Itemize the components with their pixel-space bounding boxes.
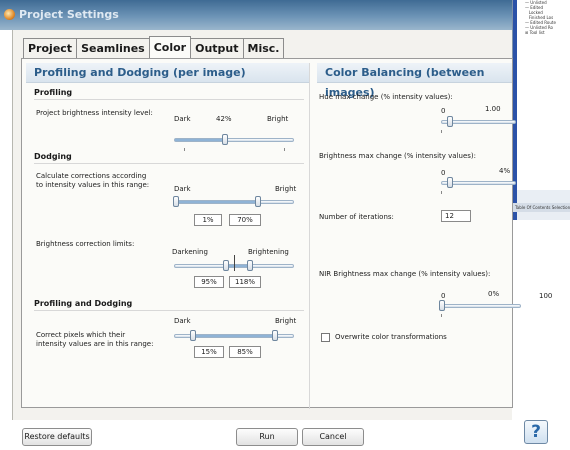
slider-tick [441, 191, 442, 194]
darkening-label: Darkening [172, 248, 208, 256]
help-icon[interactable]: ? [524, 420, 548, 444]
slider-thumb[interactable] [439, 300, 445, 311]
hue-value-label: 1.00 [485, 105, 501, 113]
intensity-range-label: Calculate corrections according to inten… [36, 172, 150, 189]
slider-tick [441, 314, 442, 317]
slider-tick [184, 148, 185, 151]
background-window-content: — Unlisted — Edited Locked Finished Los … [517, 0, 570, 190]
restore-defaults-button[interactable]: Restore defaults [22, 428, 92, 446]
run-button[interactable]: Run [236, 428, 298, 446]
background-tree[interactable]: — Unlisted — Edited Locked Finished Los … [525, 0, 556, 35]
slider-fill [176, 201, 258, 203]
tab-seamlines[interactable]: Seamlines [76, 38, 150, 58]
profiling-bright-label: Bright [267, 115, 289, 123]
tab-project[interactable]: Project [23, 38, 78, 58]
dodging-rule [34, 163, 304, 164]
range-low-value: 1% [194, 214, 222, 226]
slider-thumb[interactable] [222, 134, 228, 145]
tab-output[interactable]: Output [190, 38, 244, 58]
hue-max-label: Hue max change (% intensity values): [319, 93, 453, 101]
dodging-dark-label: Dark [174, 185, 191, 193]
hue-max-slider[interactable] [441, 116, 516, 127]
limits-low-value: 95% [194, 276, 224, 288]
limits-high-value: 118% [229, 276, 261, 288]
slider-fill [175, 139, 225, 141]
window-title: Project Settings [19, 8, 119, 21]
brightening-label: Brightening [248, 248, 289, 256]
slider-thumb-low[interactable] [173, 196, 179, 207]
nir-value-label: 0% [488, 290, 500, 298]
color-tab-panel: Profiling and Dodging (per image) Profil… [21, 58, 552, 409]
background-window[interactable]: — Unlisted — Edited Locked Finished Los … [512, 0, 570, 220]
profiling-and-dodging-rule [34, 310, 304, 311]
pd-dark-label: Dark [174, 317, 191, 325]
nir-max-slider[interactable] [439, 300, 521, 311]
brightness-max-slider[interactable] [441, 177, 516, 188]
slider-tick [284, 148, 285, 151]
slider-thumb[interactable] [447, 177, 453, 188]
color-balancing-header: Color Balancing (between images) [317, 63, 512, 99]
intensity-range-slider[interactable] [173, 196, 294, 207]
profiling-rule [34, 99, 304, 100]
pd-low-value: 15% [194, 346, 224, 358]
tab-color[interactable]: Color [148, 36, 192, 58]
iterations-input[interactable]: 12 [441, 210, 471, 222]
slider-thumb-low[interactable] [190, 330, 196, 341]
brightness-min-label: 0 [441, 169, 446, 177]
pd-high-value: 85% [229, 346, 261, 358]
slider-thumb-high[interactable] [272, 330, 278, 341]
profiling-dodging-header: Profiling and Dodging (per image) [26, 63, 309, 83]
brightness-level-label: Project brightness intensity level: [36, 109, 153, 117]
hue-min-label: 0 [441, 107, 446, 115]
overwrite-checkbox[interactable] [321, 333, 330, 342]
brightness-max-label: Brightness max change (% intensity value… [319, 152, 477, 160]
title-bar: Project Settings [0, 0, 520, 30]
slider-thumb-high[interactable] [247, 260, 253, 271]
iterations-label: Number of iterations: [319, 213, 394, 221]
cancel-button[interactable]: Cancel [302, 428, 364, 446]
column-divider [309, 63, 310, 409]
tab-bar: Project Seamlines Color Output Misc. [23, 36, 285, 58]
tab-misc[interactable]: Misc. [242, 38, 285, 58]
correct-pixels-label: Correct pixels which their intensity val… [36, 331, 154, 348]
profiling-dark-label: Dark [174, 115, 191, 123]
correction-limits-label: Brightness correction limits: [36, 240, 135, 248]
correct-pixels-slider[interactable] [174, 330, 294, 341]
dodging-title: Dodging [34, 152, 72, 161]
profiling-and-dodging-title: Profiling and Dodging [34, 299, 133, 308]
project-settings-dialog: Project Seamlines Color Output Misc. Pro… [12, 30, 552, 420]
dodging-bright-label: Bright [275, 185, 297, 193]
nir-max-value: 100 [539, 292, 553, 300]
slider-thumb-high[interactable] [255, 196, 261, 207]
limits-center-mark [234, 255, 235, 271]
nir-max-label: NIR Brightness max change (% intensity v… [319, 270, 491, 278]
pd-bright-label: Bright [275, 317, 297, 325]
slider-fill [193, 335, 275, 337]
slider-thumb[interactable] [447, 116, 453, 127]
brightness-value-label: 4% [499, 167, 511, 175]
overwrite-label: Overwrite color transformations [335, 333, 447, 341]
profiling-value-label: 42% [216, 115, 232, 123]
range-high-value: 70% [229, 214, 261, 226]
slider-thumb-low[interactable] [223, 260, 229, 271]
brightness-level-slider[interactable] [174, 134, 294, 145]
profiling-title: Profiling [34, 88, 73, 97]
app-icon [4, 9, 15, 20]
background-window-tabs[interactable]: Table Of Contents Selection [513, 203, 570, 212]
slider-tick [441, 130, 442, 133]
